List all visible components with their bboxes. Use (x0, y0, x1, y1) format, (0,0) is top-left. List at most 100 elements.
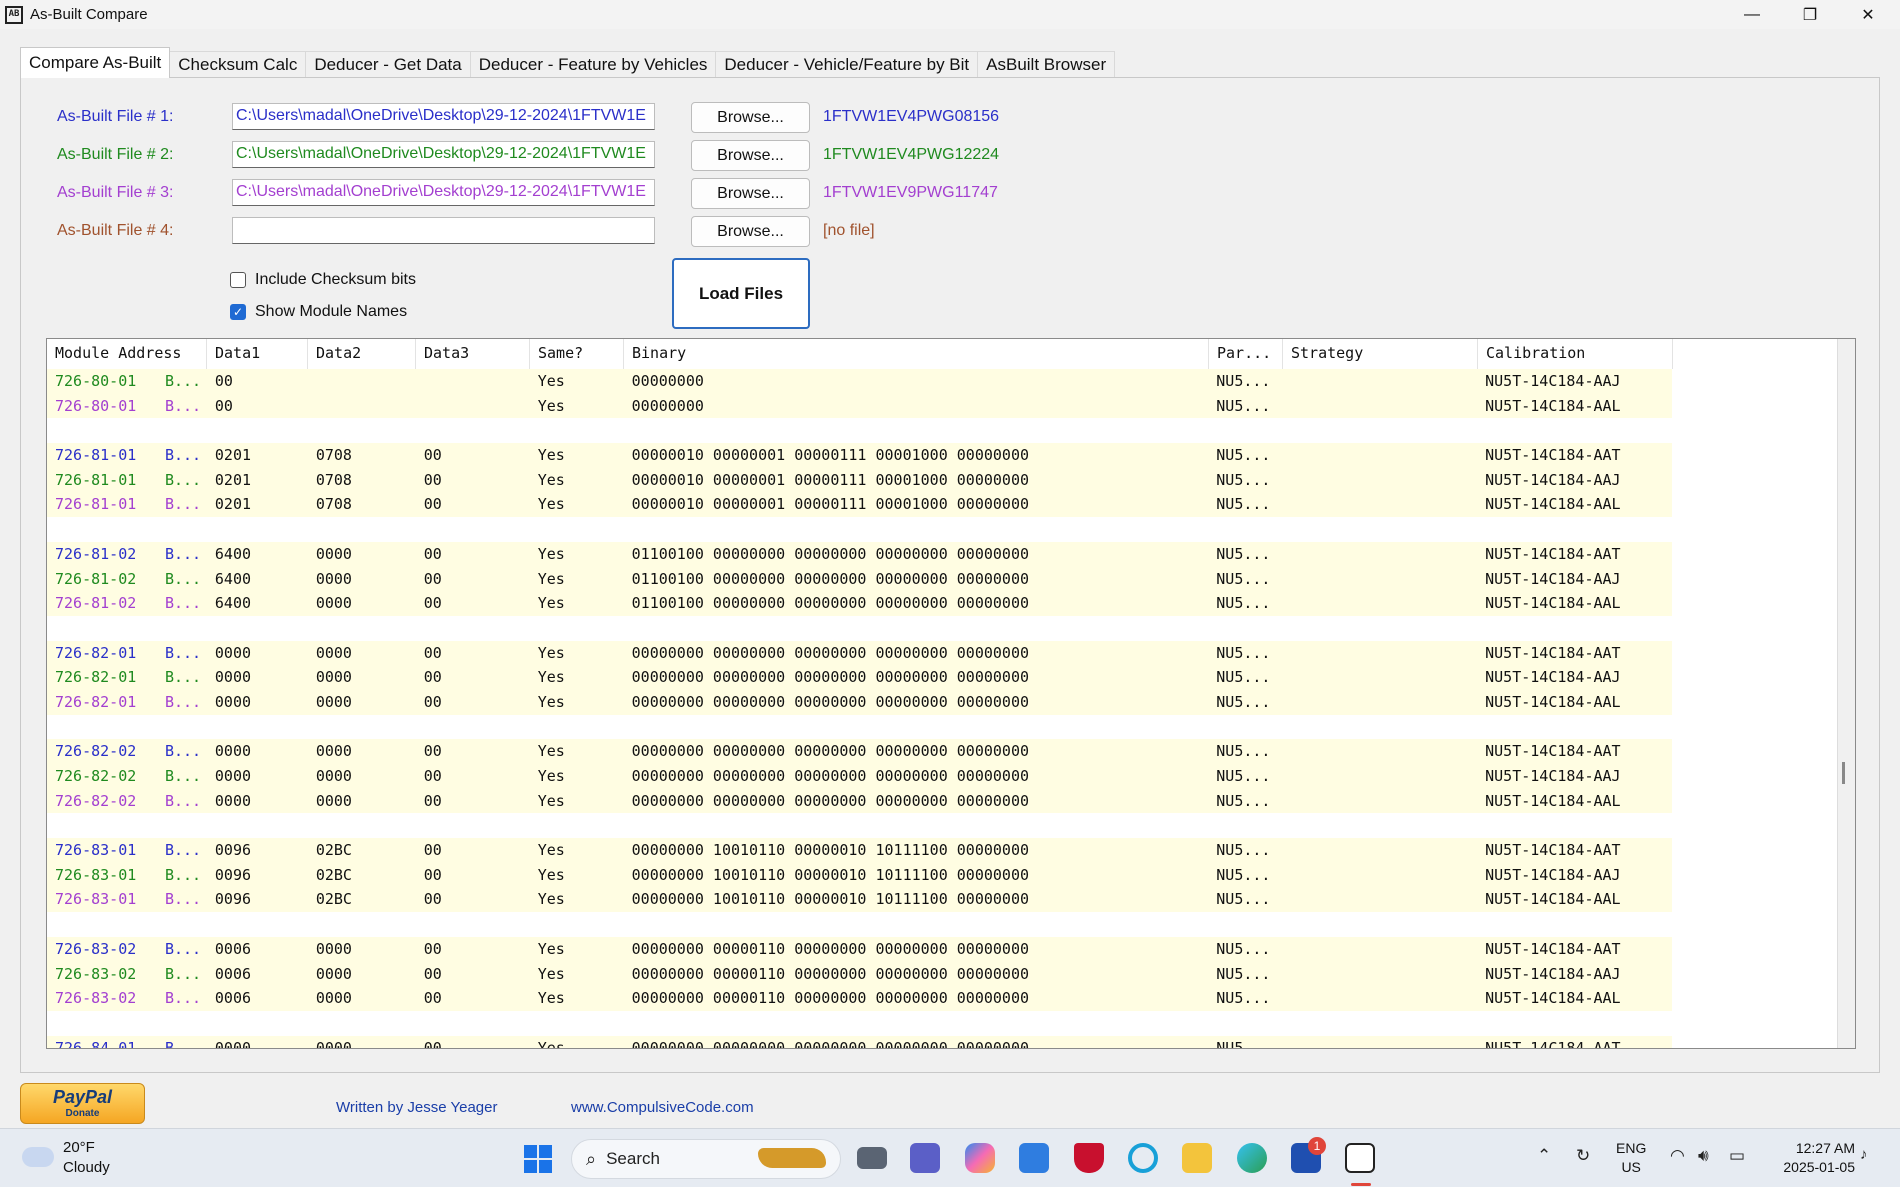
table-row[interactable]: 726-82-01 B... 0000 0000 00 Yes 00000000 00000… (47, 689, 1672, 715)
copilot-icon[interactable] (965, 1143, 995, 1173)
wifi-icon[interactable]: ◠ (1670, 1146, 1685, 1166)
tab-deducer-vehicle-feature-by-bit[interactable]: Deducer - Vehicle/Feature by Bit (715, 51, 979, 78)
show-module-names-option[interactable]: ✓ Show Module Names (230, 303, 407, 321)
file2-browse-button[interactable]: Browse... (691, 140, 810, 171)
file4-label: As-Built File # 4: (57, 222, 174, 239)
table-row[interactable]: 726-82-02 B... 0000 0000 00 Yes 00000000 00000… (47, 739, 1672, 764)
file4-path-input[interactable] (232, 217, 655, 244)
group-separator-row (47, 1011, 1837, 1036)
tab-compare-as-built[interactable]: Compare As-Built (20, 47, 171, 78)
weather-condition[interactable]: Cloudy (63, 1159, 110, 1176)
mcafee-icon[interactable] (1074, 1143, 1104, 1173)
tab-checksum-calc[interactable]: Checksum Calc (169, 51, 307, 78)
close-button[interactable]: ✕ (1839, 0, 1897, 29)
table-row[interactable]: 726-81-02 B... 6400 0000 00 Yes 01100100 00000… (47, 566, 1672, 592)
compare-grid[interactable]: Module Address Data1 Data2 Data3 Same? B… (46, 338, 1856, 1049)
cell-bin: 01100100 00000000 00000000 00000000 0000… (631, 594, 1030, 613)
notification-bell-icon[interactable]: ♪ (1860, 1146, 1868, 1163)
col-header-data2[interactable]: Data2 (308, 339, 416, 369)
sync-icon[interactable]: ↻ (1576, 1146, 1590, 1166)
grid-vertical-scrollbar[interactable] (1837, 339, 1855, 1048)
load-files-button[interactable]: Load Files (672, 258, 810, 329)
microsoft-store-icon[interactable] (1019, 1143, 1049, 1173)
table-row[interactable]: 726-82-01 B... 0000 0000 00 Yes 00000000 00000… (47, 665, 1672, 690)
cell-same: Yes (537, 668, 565, 687)
scrollbar-thumb[interactable] (1842, 762, 1845, 784)
cell-cal: NU5T-14C184-AAT (1485, 742, 1621, 761)
tab-deducer-feature-by-vehicles[interactable]: Deducer - Feature by Vehicles (469, 51, 717, 78)
table-row[interactable]: 726-83-02 B... 0006 0000 00 Yes 00000000 00000… (47, 961, 1672, 987)
weather-temperature[interactable]: 20°F (63, 1139, 95, 1156)
col-header-module-address[interactable]: Module Address (47, 339, 207, 369)
col-header-part[interactable]: Par... (1209, 339, 1283, 369)
file1-path-input[interactable]: C:\Users\madal\OneDrive\Desktop\29-12-20… (232, 103, 655, 130)
teams-icon[interactable] (910, 1143, 940, 1173)
file4-browse-button[interactable]: Browse... (691, 216, 810, 247)
cell-same: Yes (537, 692, 565, 711)
paypal-donate-button[interactable]: PayPal Donate (20, 1083, 145, 1124)
file3-path-input[interactable]: C:\Users\madal\OneDrive\Desktop\29-12-20… (232, 179, 655, 206)
col-header-binary[interactable]: Binary (624, 339, 1209, 369)
table-row[interactable]: 726-80-01 B... 00 Yes 00000000 NU5... NU5T-14C… (47, 393, 1672, 419)
clock[interactable]: 12:27 AM 2025-01-05 (1765, 1139, 1855, 1177)
col-header-data3[interactable]: Data3 (416, 339, 530, 369)
file1-browse-button[interactable]: Browse... (691, 102, 810, 133)
table-row[interactable]: 726-81-01 B... 0201 0708 00 Yes 00000010 00000… (47, 443, 1672, 468)
windows-start-icon[interactable] (524, 1145, 552, 1173)
table-row[interactable]: 726-83-01 B... 0096 02BC 00 Yes 00000000 10010… (47, 887, 1672, 913)
table-row[interactable]: 726-83-02 B... 0006 0000 00 Yes 00000000 00000… (47, 936, 1672, 962)
chevron-up-icon[interactable]: ⌃ (1537, 1146, 1551, 1166)
volume-icon[interactable]: 🔊︎ (1698, 1146, 1709, 1166)
minimize-button[interactable]: — (1723, 0, 1781, 29)
cell-same: Yes (537, 372, 565, 390)
file-explorer-icon[interactable] (1182, 1143, 1212, 1173)
table-row[interactable]: 726-80-01 B... 00 Yes 00000000 NU5... NU5T-14C… (47, 369, 1672, 394)
table-row[interactable]: 726-82-01 B... 0000 0000 00 Yes 00000000 00000… (47, 640, 1672, 666)
language-indicator[interactable]: ENG US (1616, 1139, 1646, 1177)
cell-mod: B... (164, 470, 202, 489)
table-row[interactable]: 726-82-02 B... 0000 0000 00 Yes 00000000 00000… (47, 764, 1672, 789)
table-row[interactable]: 726-83-01 B... 0096 02BC 00 Yes 00000000 10010… (47, 862, 1672, 888)
file2-vin: 1FTVW1EV4PWG12224 (823, 146, 1000, 163)
table-row[interactable]: 726-84-01 B... 0000 0000 00 Yes 00000000 00000… (47, 1035, 1672, 1048)
cell-d3: 00 (423, 495, 442, 514)
table-row[interactable]: 726-83-02 B... 0006 0000 00 Yes 00000000 00000… (47, 986, 1672, 1011)
cell-d3: 00 (423, 767, 442, 785)
asbuilt-compare-taskbar-icon[interactable] (1345, 1143, 1375, 1173)
cell-d1: 0006 (214, 964, 252, 983)
include-checksum-option[interactable]: Include Checksum bits (230, 271, 416, 289)
language-code: ENG (1616, 1140, 1647, 1156)
include-checksum-checkbox[interactable] (230, 272, 246, 288)
website-link[interactable]: www.CompulsiveCode.com (571, 1099, 754, 1116)
taskbar-search[interactable]: ⌕ Search (571, 1139, 841, 1179)
tab-asbuilt-browser[interactable]: AsBuilt Browser (977, 51, 1116, 78)
group-separator-row (47, 517, 1837, 542)
cloud-icon[interactable] (22, 1147, 54, 1167)
maximize-button[interactable]: ❐ (1781, 0, 1839, 29)
task-view-icon[interactable] (857, 1147, 887, 1169)
cell-same: Yes (537, 569, 565, 588)
file3-browse-button[interactable]: Browse... (691, 178, 810, 209)
alexa-icon[interactable] (1128, 1143, 1158, 1173)
battery-icon[interactable]: ▭ (1729, 1146, 1745, 1166)
file2-label: As-Built File # 2: (57, 146, 174, 163)
table-row[interactable]: 726-81-01 B... 0201 0708 00 Yes 00000010 00000… (47, 492, 1672, 518)
col-header-same[interactable]: Same? (530, 339, 624, 369)
author-link[interactable]: Written by Jesse Yeager (336, 1099, 497, 1116)
cell-d2: 02BC (315, 841, 352, 860)
edge-icon[interactable] (1237, 1143, 1267, 1173)
table-row[interactable]: 726-81-02 B... 6400 0000 00 Yes 01100100 00000… (47, 541, 1672, 567)
col-header-data1[interactable]: Data1 (207, 339, 308, 369)
tab-deducer-get-data[interactable]: Deducer - Get Data (305, 51, 471, 78)
cell-par: NU5... (1216, 791, 1271, 810)
cell-addr: 726-83-01 (55, 865, 137, 884)
table-row[interactable]: 726-82-02 B... 0000 0000 00 Yes 00000000 00000… (47, 788, 1672, 814)
col-header-calibration[interactable]: Calibration (1478, 339, 1673, 369)
file2-path-input[interactable]: C:\Users\madal\OneDrive\Desktop\29-12-20… (232, 141, 655, 168)
show-module-names-checkbox[interactable]: ✓ (230, 304, 246, 320)
table-row[interactable]: 726-81-01 B... 0201 0708 00 Yes 00000010 00000… (47, 467, 1672, 493)
col-header-strategy[interactable]: Strategy (1283, 339, 1478, 369)
cell-bin: 00000000 00000000 00000000 00000000 0000… (631, 742, 1030, 761)
table-row[interactable]: 726-81-02 B... 6400 0000 00 Yes 01100100 00000… (47, 591, 1672, 616)
table-row[interactable]: 726-83-01 B... 0096 02BC 00 Yes 00000000 10010… (47, 838, 1672, 863)
